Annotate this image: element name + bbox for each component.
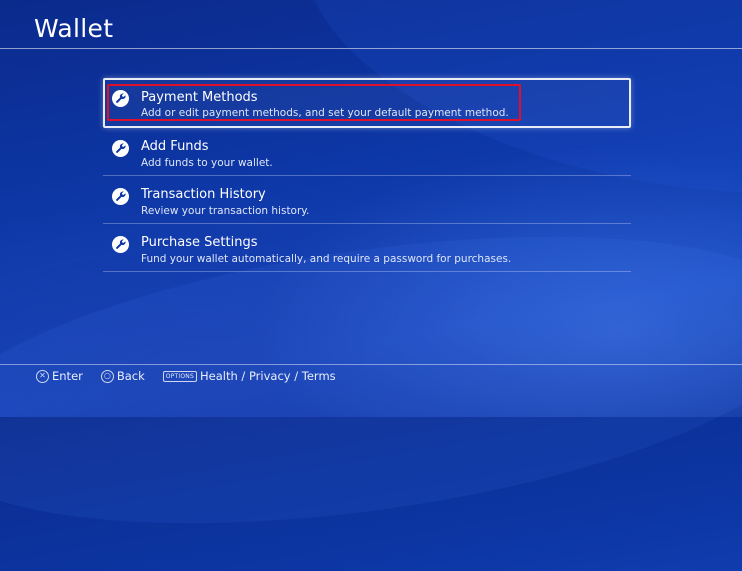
page-title: Wallet (34, 14, 114, 43)
menu-item-payment-methods[interactable]: Payment Methods Add or edit payment meth… (103, 78, 631, 128)
footer-divider (0, 364, 742, 365)
menu-item-label: Add Funds (141, 139, 209, 154)
options-button-icon: OPTIONS (162, 370, 197, 382)
enter-label: Enter (52, 369, 83, 383)
menu-item-label: Transaction History (141, 187, 266, 202)
menu-item-purchase-settings[interactable]: Purchase Settings Fund your wallet autom… (103, 224, 631, 272)
menu-item-description: Review your transaction history. (141, 205, 310, 217)
wrench-icon (112, 90, 129, 107)
circle-button-icon: ○ (100, 369, 114, 383)
options-hint[interactable]: OPTIONS Health / Privacy / Terms (162, 369, 336, 383)
title-divider (0, 48, 742, 49)
back-hint[interactable]: ○ Back (100, 369, 145, 383)
menu-item-description: Add or edit payment methods, and set you… (141, 107, 509, 119)
options-label: Health / Privacy / Terms (200, 369, 336, 383)
menu-item-label: Purchase Settings (141, 235, 258, 250)
menu-item-add-funds[interactable]: Add Funds Add funds to your wallet. (103, 128, 631, 176)
menu-item-transaction-history[interactable]: Transaction History Review your transact… (103, 176, 631, 224)
wallet-menu: Payment Methods Add or edit payment meth… (103, 78, 631, 272)
menu-item-description: Add funds to your wallet. (141, 157, 273, 169)
menu-item-description: Fund your wallet automatically, and requ… (141, 253, 512, 265)
wrench-icon (112, 140, 129, 157)
back-label: Back (116, 369, 145, 383)
wrench-icon (112, 188, 129, 205)
menu-item-label: Payment Methods (141, 90, 258, 105)
cross-button-icon: ✕ (36, 369, 49, 383)
footer-hints: ✕ Enter ○ Back OPTIONS Health / Privacy … (36, 369, 354, 383)
enter-hint[interactable]: ✕ Enter (36, 369, 83, 383)
wrench-icon (112, 236, 129, 253)
